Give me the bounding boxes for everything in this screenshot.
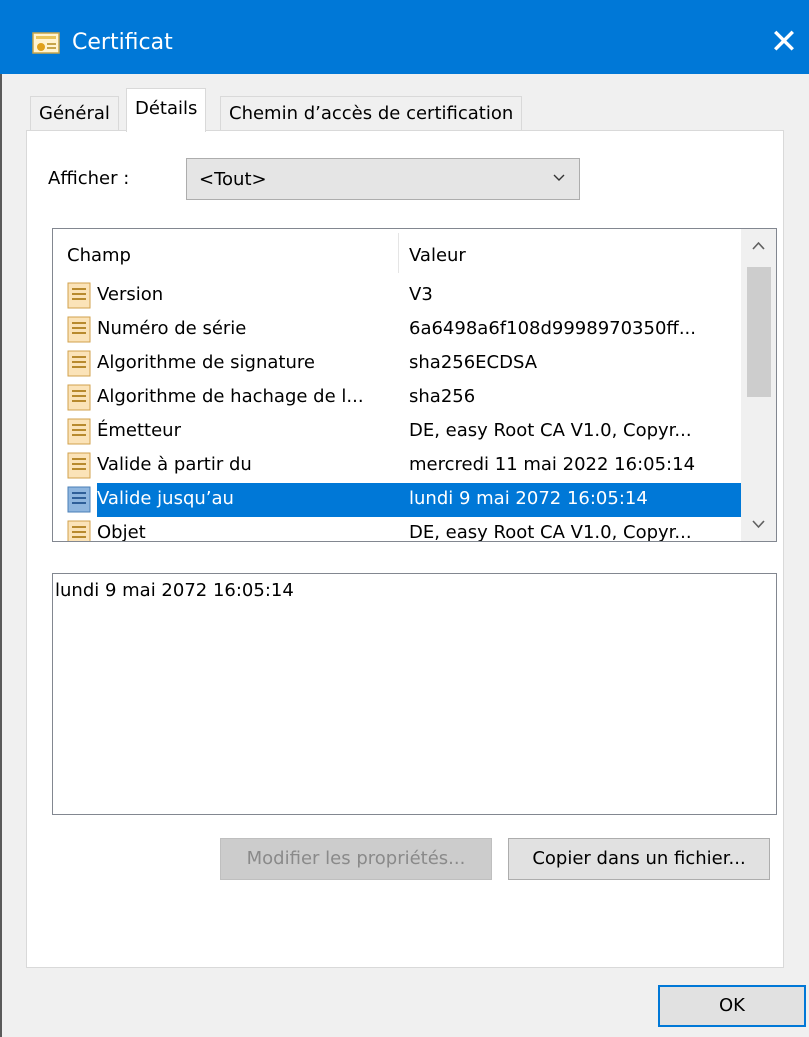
- show-select-value: <Tout>: [199, 169, 267, 190]
- field-name: Valide à partir du: [97, 454, 252, 475]
- show-select[interactable]: <Tout>: [186, 158, 580, 200]
- list-row-signature-algorithm[interactable]: Algorithme de signature sha256ECDSA: [53, 347, 741, 381]
- certificate-field-icon: [67, 486, 91, 513]
- field-detail-text: lundi 9 mai 2072 16:05:14: [55, 580, 294, 601]
- field-value: V3: [409, 284, 433, 305]
- field-name: Objet: [97, 522, 146, 542]
- chevron-down-icon: [553, 174, 565, 181]
- list-row-hash-algorithm[interactable]: Algorithme de hachage de l... sha256: [53, 381, 741, 415]
- list-row-serial-number[interactable]: Numéro de série 6a6498a6f108d9998970350f…: [53, 313, 741, 347]
- field-detail-textarea[interactable]: lundi 9 mai 2072 16:05:14: [52, 573, 777, 815]
- list-scrollbar[interactable]: [741, 229, 776, 541]
- field-name: Émetteur: [97, 420, 181, 441]
- certificate-field-icon: [67, 282, 91, 309]
- certificate-field-icon: [67, 316, 91, 343]
- field-value: sha256: [409, 386, 476, 407]
- field-name: Algorithme de signature: [97, 352, 315, 373]
- list-row-valid-to[interactable]: Valide jusqu’au lundi 9 mai 2072 16:05:1…: [67, 483, 741, 517]
- list-row-version[interactable]: Version V3: [53, 279, 741, 313]
- tab-details[interactable]: Détails: [126, 88, 207, 132]
- show-label: Afficher :: [48, 168, 130, 189]
- title-bar: Certificat ✕: [0, 0, 809, 74]
- certificate-field-icon: [67, 350, 91, 377]
- field-name: Numéro de série: [97, 318, 247, 339]
- field-value: 6a6498a6f108d9998970350ff...: [409, 318, 696, 339]
- field-value: DE, easy Root CA V1.0, Copyr...: [409, 420, 692, 441]
- close-icon[interactable]: ✕: [764, 22, 804, 62]
- field-value: mercredi 11 mai 2022 16:05:14: [409, 454, 696, 475]
- list-header: Champ Valeur: [53, 229, 741, 281]
- scroll-thumb[interactable]: [747, 267, 771, 397]
- field-name: Algorithme de hachage de l...: [97, 386, 364, 407]
- field-value: sha256ECDSA: [409, 352, 538, 373]
- list-row-issuer[interactable]: Émetteur DE, easy Root CA V1.0, Copyr...: [53, 415, 741, 449]
- scroll-up-icon[interactable]: [741, 229, 776, 263]
- ok-button[interactable]: OK: [658, 985, 806, 1027]
- certificate-field-icon: [67, 384, 91, 411]
- certificate-icon: [32, 32, 60, 54]
- field-name: Version: [97, 284, 164, 305]
- certificate-field-icon: [67, 452, 91, 479]
- certificate-field-icon: [67, 520, 91, 541]
- tab-general[interactable]: Général: [30, 96, 119, 131]
- window-title: Certificat: [72, 30, 173, 55]
- window-edge: [0, 74, 2, 1037]
- list-row-subject[interactable]: Objet DE, easy Root CA V1.0, Copyr...: [53, 517, 741, 542]
- field-list[interactable]: Champ Valeur Version V3 Numéro de série …: [52, 228, 777, 542]
- field-value: DE, easy Root CA V1.0, Copyr...: [409, 522, 692, 542]
- tab-certification-path[interactable]: Chemin d’accès de certification: [220, 96, 523, 131]
- column-separator[interactable]: [398, 233, 399, 273]
- certificate-field-icon: [67, 418, 91, 445]
- scroll-down-icon[interactable]: [741, 507, 776, 541]
- column-header-field[interactable]: Champ: [67, 245, 131, 266]
- copy-to-file-button[interactable]: Copier dans un fichier...: [508, 838, 770, 880]
- list-row-valid-from[interactable]: Valide à partir du mercredi 11 mai 2022 …: [53, 449, 741, 483]
- field-value: lundi 9 mai 2072 16:05:14: [409, 488, 648, 509]
- field-name: Valide jusqu’au: [97, 488, 234, 509]
- column-header-value[interactable]: Valeur: [409, 245, 466, 266]
- modify-properties-button[interactable]: Modifier les propriétés...: [220, 838, 492, 880]
